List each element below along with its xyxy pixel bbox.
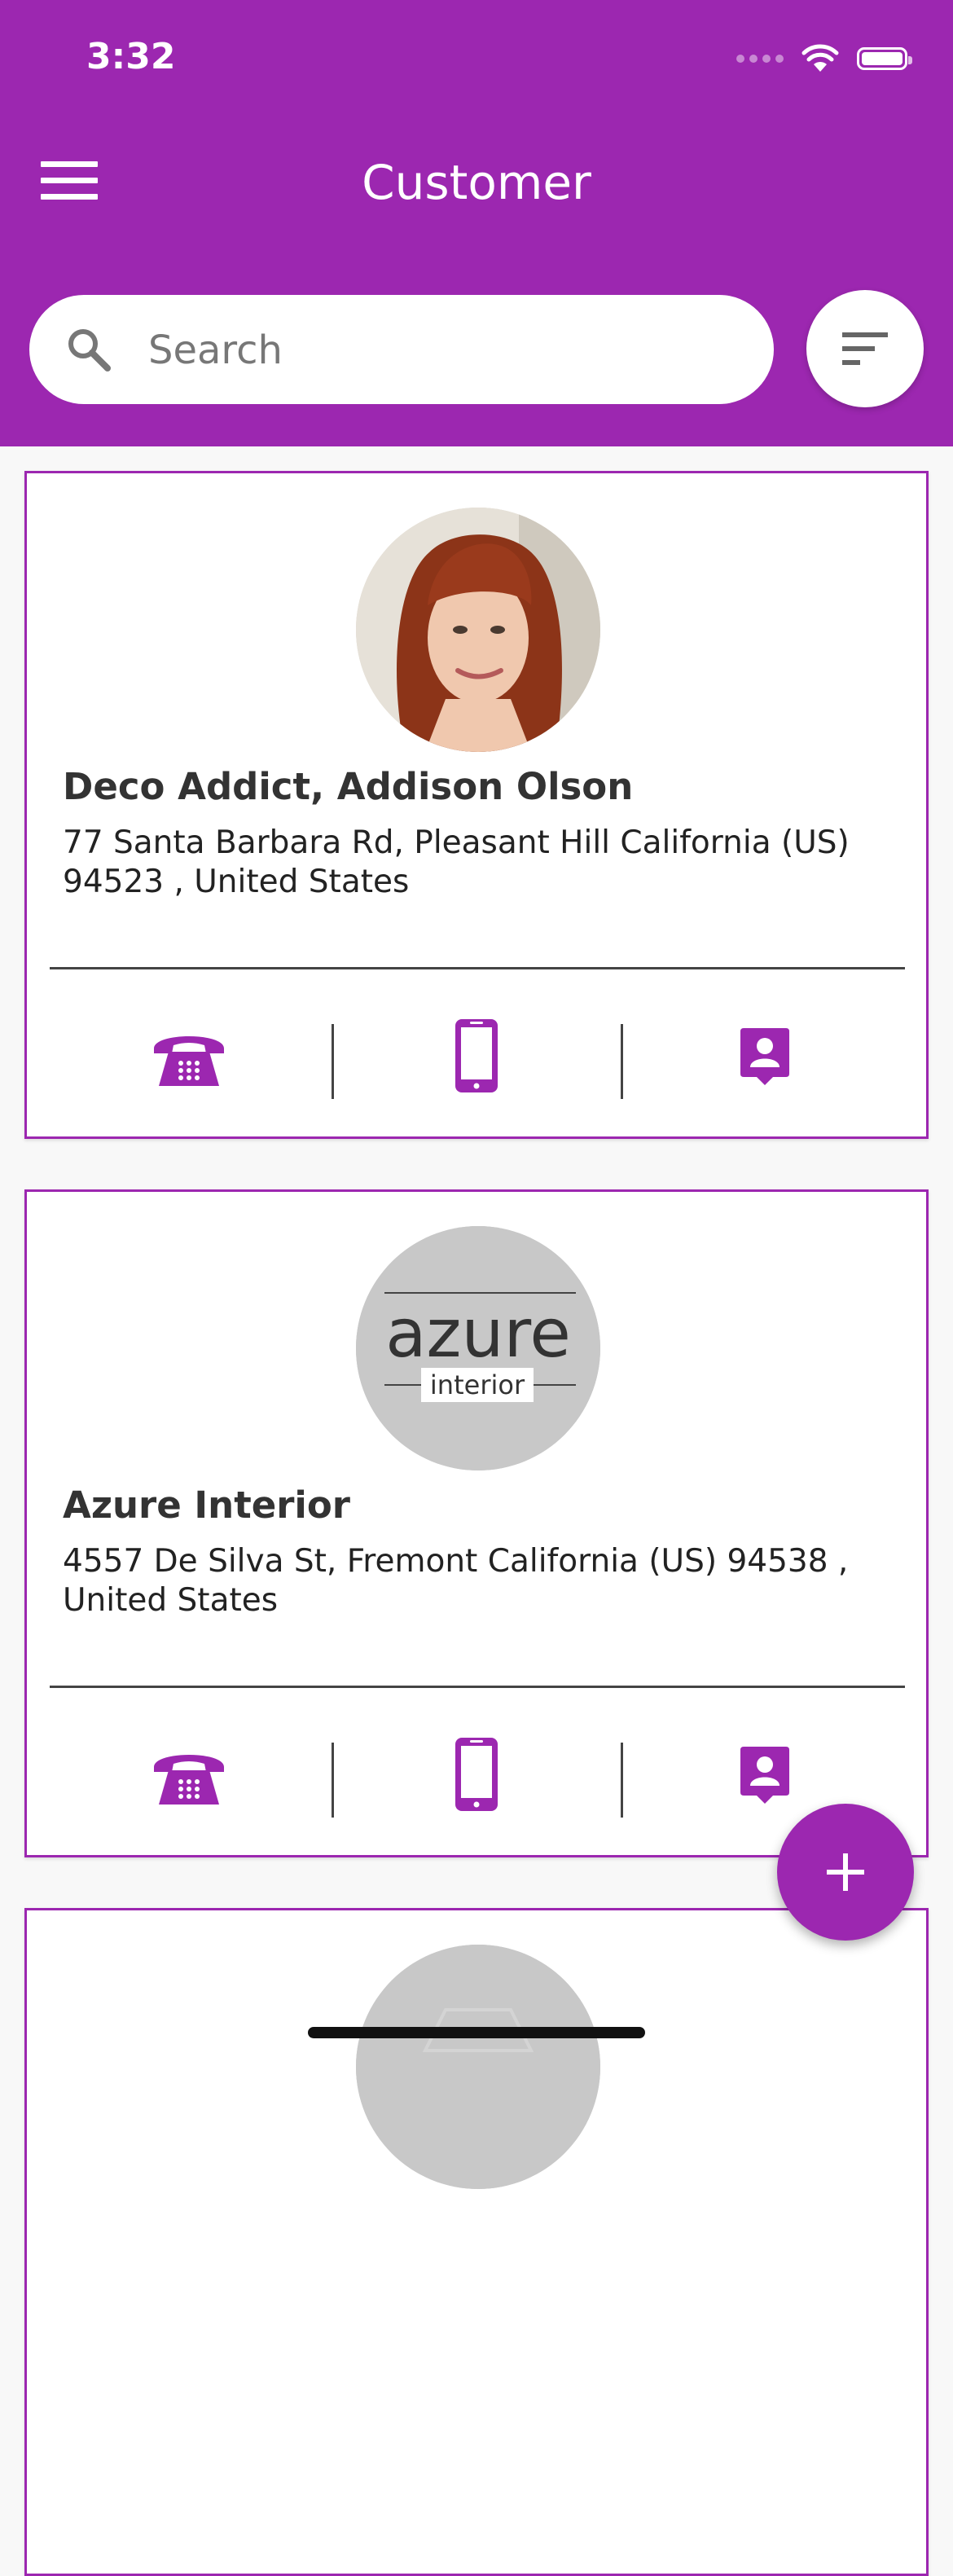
plus-icon xyxy=(827,1853,864,1891)
cellular-signal-icon xyxy=(736,55,784,63)
status-time: 3:32 xyxy=(86,36,176,77)
card-actions xyxy=(27,1713,926,1835)
phone-icon xyxy=(154,1036,224,1086)
search-icon xyxy=(68,329,111,371)
azure-interior-logo: azure interior xyxy=(356,1226,600,1470)
phone-icon xyxy=(154,1755,224,1805)
customer-card[interactable]: Deco Addict, Addison Olson 77 Santa Barb… xyxy=(24,471,929,1139)
customer-avatar xyxy=(356,508,600,752)
customer-avatar: azure interior xyxy=(356,1226,600,1470)
customer-card[interactable]: azure interior Azure Interior 4557 De Si… xyxy=(24,1189,929,1857)
card-actions xyxy=(27,995,926,1117)
sort-button[interactable] xyxy=(806,290,924,407)
home-indicator[interactable] xyxy=(308,2027,645,2038)
page-title: Customer xyxy=(362,155,591,210)
customer-name: Azure Interior xyxy=(63,1484,350,1527)
customer-address: 4557 De Silva St, Fremont California (US… xyxy=(63,1543,849,1619)
logo-sub-text: interior xyxy=(430,1369,525,1400)
call-mobile-button[interactable] xyxy=(334,995,619,1117)
sort-icon xyxy=(842,332,888,365)
call-phone-button[interactable] xyxy=(46,995,332,1117)
mobile-icon xyxy=(455,1019,498,1092)
app-header: 3:32 Customer xyxy=(0,0,953,446)
add-customer-button[interactable] xyxy=(777,1804,914,1941)
battery-icon xyxy=(857,47,912,70)
logo-main-text: azure xyxy=(385,1295,571,1373)
customer-name: Deco Addict, Addison Olson xyxy=(63,765,634,808)
call-mobile-button[interactable] xyxy=(334,1713,619,1835)
mobile-icon xyxy=(455,1738,498,1811)
search-input[interactable] xyxy=(147,319,736,381)
contact-card-icon xyxy=(740,1028,789,1085)
search-bar[interactable] xyxy=(29,295,774,404)
customer-address: 77 Santa Barbara Rd, Pleasant Hill Calif… xyxy=(63,824,850,900)
placeholder-avatar xyxy=(356,1945,600,2189)
contact-card-icon xyxy=(740,1747,789,1804)
contact-details-button[interactable] xyxy=(622,995,907,1117)
card-divider xyxy=(50,1686,905,1688)
card-divider xyxy=(50,967,905,969)
customer-avatar xyxy=(356,1945,600,2189)
wifi-icon xyxy=(801,44,839,72)
status-icons xyxy=(736,42,912,75)
person-photo xyxy=(356,508,600,752)
call-phone-button[interactable] xyxy=(46,1713,332,1835)
customer-card[interactable] xyxy=(24,1908,929,2576)
